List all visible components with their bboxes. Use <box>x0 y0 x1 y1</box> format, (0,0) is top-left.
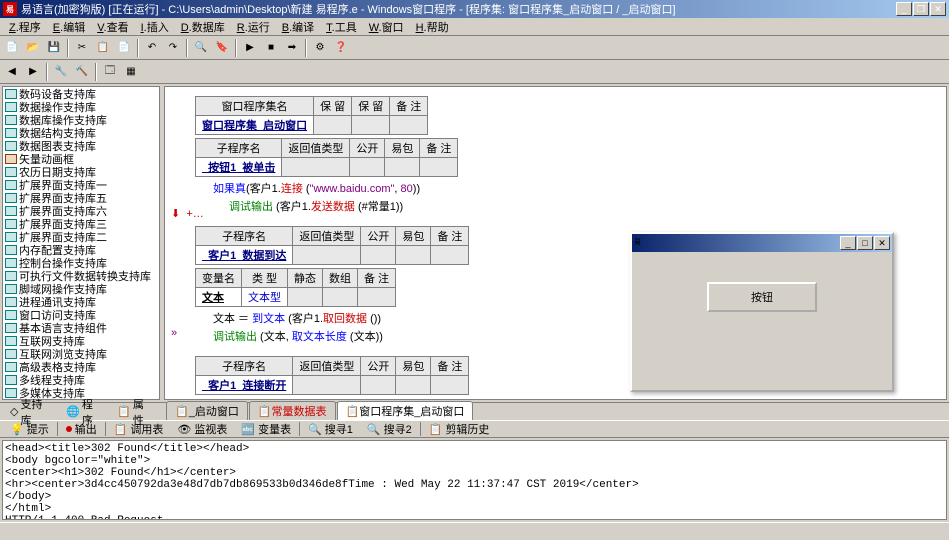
open-icon[interactable]: 📂 <box>23 38 43 58</box>
code-line-debug3[interactable]: 调试输出 ("断开") <box>213 398 942 400</box>
menu-window[interactable]: W.窗口 <box>364 18 409 36</box>
table-sub1: 子程序名返回值类型公开易包备 注 _按钮1_被单击 <box>195 138 458 177</box>
sidebar-bottom-tabs: ◇支持库 🌐程序 📋属性 <box>0 402 162 420</box>
menu-run[interactable]: R.运行 <box>232 18 275 36</box>
redo-icon[interactable]: ↷ <box>163 38 183 58</box>
bookmark-icon[interactable]: 🔖 <box>212 38 232 58</box>
run-icon[interactable]: ▶ <box>240 38 260 58</box>
window-controls: _ ❐ ✕ <box>896 2 946 16</box>
tab-watch[interactable]: 👁监视表 <box>171 420 233 438</box>
help-icon[interactable]: ❓ <box>331 38 351 58</box>
grid-icon[interactable]: ▦ <box>121 62 141 82</box>
copy-icon[interactable]: 📋 <box>93 38 113 58</box>
menu-tools[interactable]: T.工具 <box>321 18 362 36</box>
menu-compile[interactable]: B.编译 <box>277 18 319 36</box>
tab-startup-window[interactable]: 📋_启动窗口 <box>166 401 248 420</box>
output-panel[interactable]: <head><title>302 Found</title></head> <b… <box>2 440 947 520</box>
stop-icon[interactable]: ■ <box>261 38 281 58</box>
status-bar <box>0 522 949 540</box>
maximize-button[interactable]: ❐ <box>913 2 929 16</box>
tool-a-icon[interactable]: 🔧 <box>51 62 71 82</box>
menu-insert[interactable]: I.插入 <box>136 18 174 36</box>
code-line-debug1[interactable]: 调试输出 (客户1.发送数据 (#常量1)) <box>229 198 942 214</box>
tool-b-icon[interactable]: 🔨 <box>72 62 92 82</box>
runtime-window[interactable]: 易 _ □ ✕ 按钮 <box>630 232 894 392</box>
code-tabs: 📋_启动窗口 📋常量数据表 📋窗口程序集_启动窗口 <box>162 402 949 420</box>
table-sub3: 子程序名返回值类型公开易包备 注 _客户1_连接断开 <box>195 356 469 395</box>
menu-help[interactable]: H.帮助 <box>411 18 454 36</box>
main-area: 数码设备支持库数据操作支持库数据库操作支持库数据结构支持库数据图表支持库矢量动画… <box>0 84 949 420</box>
window-title: 易语言(加密狗版) [正在运行] - C:\Users\admin\Deskto… <box>21 1 896 17</box>
toolbar-2: ◀ ▶ 🔧 🔨 🗔 ▦ <box>0 60 949 84</box>
child-minimize-button[interactable]: _ <box>840 236 856 250</box>
tab-program-set[interactable]: 📋窗口程序集_启动窗口 <box>337 401 474 420</box>
code-line-if[interactable]: 如果真(客户1.连接 ("www.baidu.com", 80)) <box>213 180 942 196</box>
breakpoint-marker[interactable]: ⬇ +… <box>171 207 204 220</box>
tab-variables[interactable]: 🔤变量表 <box>235 420 297 438</box>
tab-search1[interactable]: 🔍搜寻1 <box>302 420 359 438</box>
next-icon[interactable]: ▶ <box>23 62 43 82</box>
undo-icon[interactable]: ↶ <box>142 38 162 58</box>
app-icon: 易 <box>3 2 17 16</box>
close-button[interactable]: ✕ <box>930 2 946 16</box>
new-icon[interactable]: 📄 <box>2 38 22 58</box>
menu-bar: Z.程序 E.编辑 V.查看 I.插入 D.数据库 R.运行 B.编译 T.工具… <box>0 18 949 36</box>
tab-tips[interactable]: 💡提示 <box>4 420 55 438</box>
tab-callstack[interactable]: 📋调用表 <box>108 420 170 438</box>
config-icon[interactable]: ⚙ <box>310 38 330 58</box>
exec-marker: » <box>171 327 177 339</box>
bottom-tabs: 💡提示 输出 📋调用表 👁监视表 🔤变量表 🔍搜寻1 🔍搜寻2 📋剪辑历史 <box>0 420 949 438</box>
runtime-button[interactable]: 按钮 <box>707 282 817 312</box>
table-sub2: 子程序名返回值类型公开易包备 注 _客户1_数据到达 <box>195 226 469 265</box>
sidebar-tree[interactable]: 数码设备支持库数据操作支持库数据库操作支持库数据结构支持库数据图表支持库矢量动画… <box>2 86 160 400</box>
prev-icon[interactable]: ◀ <box>2 62 22 82</box>
menu-view[interactable]: V.查看 <box>92 18 133 36</box>
table-var: 变量名类 型静态数组备 注 文本文本型 <box>195 268 396 307</box>
child-app-icon: 易 <box>634 237 646 249</box>
minimize-button[interactable]: _ <box>896 2 912 16</box>
menu-database[interactable]: D.数据库 <box>176 18 230 36</box>
paste-icon[interactable]: 📄 <box>114 38 134 58</box>
toolbar-1: 📄 📂 💾 ✂ 📋 📄 ↶ ↷ 🔍 🔖 ▶ ■ ➡ ⚙ ❓ <box>0 36 949 60</box>
find-icon[interactable]: 🔍 <box>191 38 211 58</box>
cut-icon[interactable]: ✂ <box>72 38 92 58</box>
menu-edit[interactable]: E.编辑 <box>48 18 90 36</box>
child-close-button[interactable]: ✕ <box>874 236 890 250</box>
menu-program[interactable]: Z.程序 <box>4 18 46 36</box>
save-icon[interactable]: 💾 <box>44 38 64 58</box>
tab-output[interactable]: 输出 <box>60 420 103 438</box>
tab-search2[interactable]: 🔍搜寻2 <box>361 420 418 438</box>
title-bar: 易 易语言(加密狗版) [正在运行] - C:\Users\admin\Desk… <box>0 0 949 18</box>
child-titlebar: 易 _ □ ✕ <box>632 234 892 252</box>
child-maximize-button[interactable]: □ <box>857 236 873 250</box>
tab-clipboard[interactable]: 📋剪辑历史 <box>423 420 496 438</box>
step-icon[interactable]: ➡ <box>282 38 302 58</box>
tab-constants[interactable]: 📋常量数据表 <box>249 401 336 420</box>
table-program-set: 窗口程序集名保 留保 留备 注 窗口程序集_启动窗口 <box>195 96 428 135</box>
window-icon[interactable]: 🗔 <box>100 62 120 82</box>
